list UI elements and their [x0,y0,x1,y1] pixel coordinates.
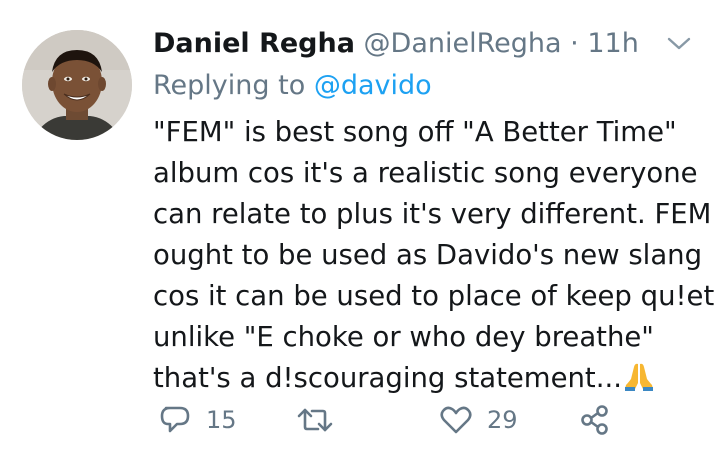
folded-hands-icon [624,363,653,391]
share-icon [581,405,608,435]
reply-count: 15 [206,406,237,434]
share-button[interactable] [578,398,626,442]
like-count: 29 [487,406,518,434]
tweet-body-line: cos it can be used to place of keep qu!e… [153,280,715,312]
author-name[interactable]: Daniel Regha [153,28,355,59]
heart-icon [440,406,472,434]
chevron-down-icon [667,37,691,50]
replying-to-label: Replying to [153,70,306,101]
tweet-body: "FEM" is best song off "A Better Time" a… [153,112,715,399]
tweet-body-line: album cos it's a realistic song everyone [153,157,698,189]
retweet-button[interactable] [296,398,348,442]
more-options-button[interactable] [664,34,694,54]
tweet-body-line: "FEM" is best song off "A Better Time" [153,116,677,148]
replying-to: Replying to @davido [153,66,432,106]
tweet-header: Daniel Regha @DanielRegha · 11h [153,24,639,64]
tweet-body-line: unlike "E choke or who dey breathe" [153,321,654,353]
author-handle[interactable]: @DanielRegha [364,28,562,59]
replying-to-handle[interactable]: @davido [314,70,432,101]
header-separator: · [570,28,579,59]
tweet-body-line: can relate to plus it's very different. … [153,198,712,230]
avatar[interactable] [22,30,132,140]
reply-icon [160,406,190,433]
tweet[interactable]: Daniel Regha @DanielRegha · 11h Replying… [0,0,720,460]
reply-button[interactable]: 15 [158,398,237,442]
tweet-actions: 15 29 [0,398,720,442]
avatar-image [22,30,132,140]
retweet-icon [297,408,333,432]
tweet-body-last-line: that's a d!scouraging statement... [153,358,713,399]
folded-hands-emoji [622,361,656,391]
timestamp[interactable]: 11h [587,28,638,59]
like-button[interactable]: 29 [439,398,518,442]
tweet-body-line: ought to be used as Davido's new slang [153,239,703,271]
tweet-body-line: that's a d!scouraging statement... [153,362,622,394]
